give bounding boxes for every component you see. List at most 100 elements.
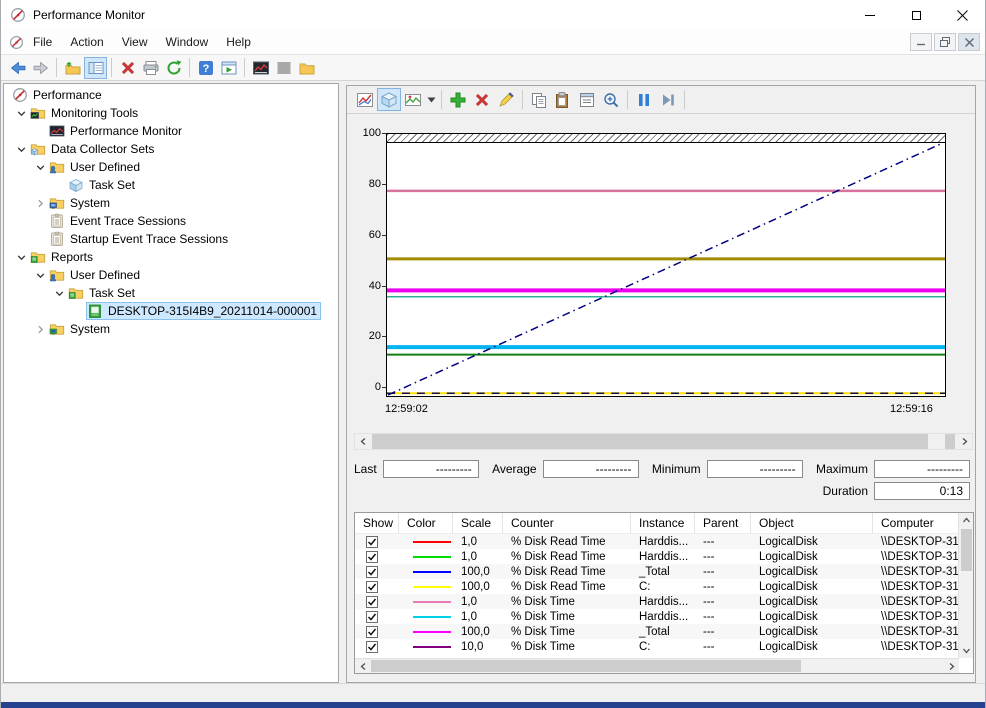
header-instance[interactable]: Instance [631,513,695,533]
tree-item-performance[interactable]: Performance [4,86,338,104]
scrollbar-thumb[interactable] [372,434,928,449]
change-graph-type-button[interactable] [401,88,425,111]
table-row[interactable]: 100,0 % Disk Read Time C: --- LogicalDis… [355,579,973,594]
tree-item-system-dcs[interactable]: System [4,194,338,212]
chevron-down-icon[interactable] [12,251,30,263]
graph-type-dropdown[interactable] [425,88,437,111]
table-row[interactable]: 1,0 % Disk Read Time Harddis... --- Logi… [355,534,973,549]
show-hide-console-tree-button[interactable] [84,57,107,79]
show-checkbox[interactable] [366,596,378,608]
tree-item-reports[interactable]: Reports [4,248,338,266]
refresh-button[interactable] [162,57,185,79]
show-checkbox[interactable] [366,611,378,623]
header-color[interactable]: Color [399,513,453,533]
scrollbar-track[interactable] [801,659,943,673]
menu-action[interactable]: Action [61,30,112,54]
minimize-button[interactable] [847,0,893,30]
header-parent[interactable]: Parent [695,513,751,533]
chevron-down-icon[interactable] [31,161,49,173]
tree-item-user-defined-reports[interactable]: User Defined [4,266,338,284]
scrollbar-track[interactable] [928,434,945,449]
chevron-down-icon[interactable] [31,269,49,281]
update-data-button[interactable] [656,88,680,111]
chevron-right-icon[interactable] [31,197,49,209]
delete-counter-button[interactable] [470,88,494,111]
show-checkbox[interactable] [366,626,378,638]
mdi-minimize-button[interactable] [910,33,932,51]
placeholder-button[interactable] [272,57,295,79]
tree-item-system-reports[interactable]: System [4,320,338,338]
tree-item-user-defined-dcs[interactable]: User Defined [4,158,338,176]
chevron-down-icon[interactable] [12,107,30,119]
scroll-left-arrow[interactable] [355,659,371,673]
tree-item-performance-monitor[interactable]: Performance Monitor [4,122,338,140]
help-button[interactable]: ? [194,57,217,79]
selected-tree-item[interactable]: DESKTOP-315I4B9_20211014-000001 [87,303,320,319]
view-current-activity-button[interactable] [353,88,377,111]
close-button[interactable] [939,0,985,30]
header-show[interactable]: Show [355,513,399,533]
header-scale[interactable]: Scale [453,513,503,533]
tree-item-task-set-dcs[interactable]: Task Set [4,176,338,194]
scroll-right-arrow[interactable] [943,659,959,673]
header-object[interactable]: Object [751,513,873,533]
zoom-button[interactable] [599,88,623,111]
chevron-down-icon[interactable] [12,143,30,155]
table-row[interactable]: 1,0 % Disk Time Harddis... --- LogicalDi… [355,594,973,609]
show-checkbox[interactable] [366,641,378,653]
tree-item-report-desktop[interactable]: DESKTOP-315I4B9_20211014-000001 [4,302,338,320]
show-checkbox[interactable] [366,536,378,548]
scrollbar-thumb[interactable] [961,529,972,571]
export-button[interactable] [61,57,84,79]
header-counter[interactable]: Counter [503,513,631,533]
menu-view[interactable]: View [113,30,157,54]
table-row[interactable]: 10,0 % Disk Time C: --- LogicalDisk \\DE… [355,639,973,654]
paste-counter-list-button[interactable] [551,88,575,111]
performance-view-button[interactable] [249,57,272,79]
highlight-button[interactable] [494,88,518,111]
print-button[interactable] [139,57,162,79]
scroll-down-arrow[interactable] [959,643,973,658]
show-checkbox[interactable] [366,581,378,593]
mdi-close-button[interactable] [958,33,980,51]
table-row[interactable]: 1,0 % Disk Time Harddis... --- LogicalDi… [355,609,973,624]
chevron-down-icon[interactable] [50,287,68,299]
table-vertical-scrollbar[interactable] [958,513,973,658]
table-row[interactable]: 100,0 % Disk Time _Total --- LogicalDisk… [355,624,973,639]
folder-button[interactable] [295,57,318,79]
tree-item-startup-event-trace-sessions[interactable]: Startup Event Trace Sessions [4,230,338,248]
header-computer[interactable]: Computer [873,513,958,533]
delete-button[interactable] [116,57,139,79]
forward-button[interactable] [29,57,52,79]
tree-item-event-trace-sessions[interactable]: Event Trace Sessions [4,212,338,230]
scroll-right-arrow[interactable] [956,434,972,449]
tree-item-monitoring-tools[interactable]: Monitoring Tools [4,104,338,122]
back-button[interactable] [6,57,29,79]
maximize-button[interactable] [893,0,939,30]
show-checkbox[interactable] [366,566,378,578]
mdi-restore-button[interactable] [934,33,956,51]
menu-window[interactable]: Window [157,30,218,54]
add-counter-button[interactable] [446,88,470,111]
copy-properties-button[interactable] [527,88,551,111]
scroll-left-arrow[interactable] [355,434,371,449]
scrollbar-thumb[interactable] [371,660,801,672]
menu-help[interactable]: Help [217,30,260,54]
show-checkbox[interactable] [366,551,378,563]
cell-scale: 1,0 [453,536,503,548]
new-window-button[interactable] [217,57,240,79]
table-horizontal-scrollbar[interactable] [355,658,959,673]
freeze-display-button[interactable] [632,88,656,111]
chevron-right-icon[interactable] [31,323,49,335]
table-row[interactable]: 1,0 % Disk Read Time Harddis... --- Logi… [355,549,973,564]
properties-button[interactable] [575,88,599,111]
chart-scrollbar[interactable] [354,433,973,450]
tree-item-task-set-reports[interactable]: Task Set [4,284,338,302]
scrollbar-end-piece[interactable] [945,434,955,449]
cell-parent: --- [695,611,751,623]
scroll-up-arrow[interactable] [959,513,973,528]
tree-item-data-collector-sets[interactable]: Data Collector Sets [4,140,338,158]
menu-file[interactable]: File [24,30,61,54]
view-log-data-button[interactable] [377,88,401,111]
table-row[interactable]: 100,0 % Disk Read Time _Total --- Logica… [355,564,973,579]
